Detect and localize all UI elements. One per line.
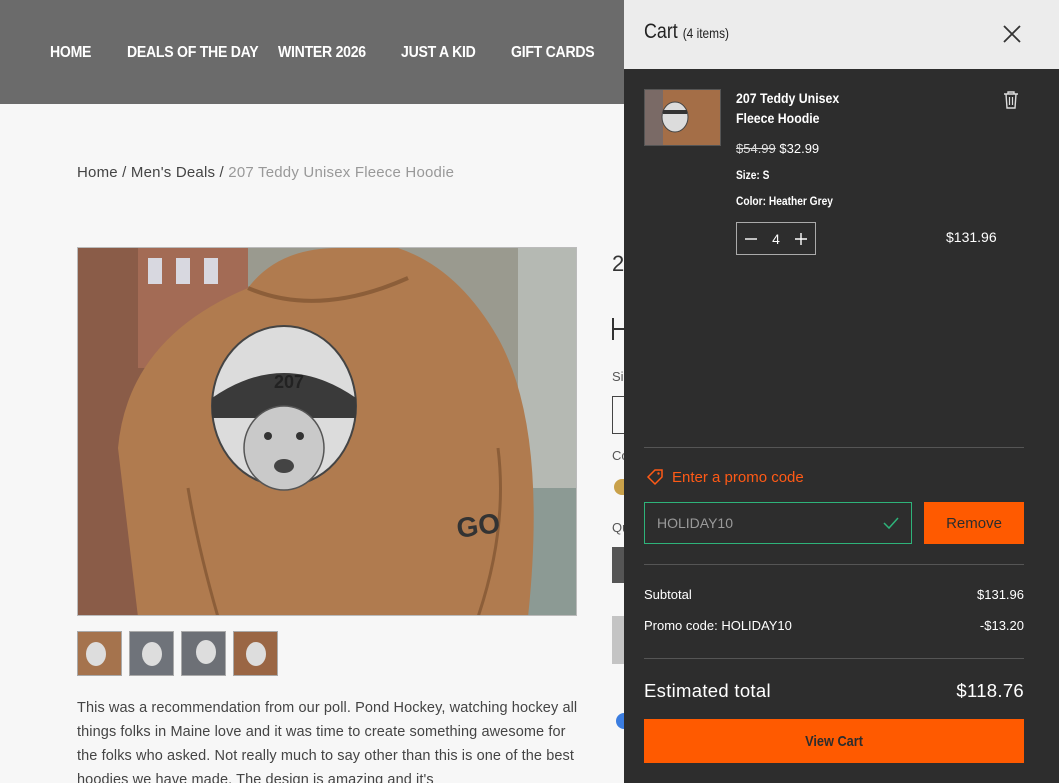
nav-gift-cards[interactable]: GIFT CARDS <box>511 44 599 62</box>
svg-text:207: 207 <box>274 372 304 392</box>
nav-just-a-kid[interactable]: JUST A KID <box>401 44 498 62</box>
cart-item-color: Color: Heather Grey <box>736 194 833 208</box>
thumbnail-1[interactable] <box>77 631 122 676</box>
divider <box>644 658 1024 659</box>
estimated-total-value: $118.76 <box>956 680 1024 701</box>
breadcrumb-home[interactable]: Home <box>77 164 118 181</box>
cart-item-name[interactable]: 207 Teddy Unisex Fleece Hoodie <box>736 88 877 128</box>
subtotal-value: $131.96 <box>977 587 1024 602</box>
hoodie-photo: 207 GO <box>78 248 576 615</box>
product-description: This was a recommendation from our poll.… <box>77 700 578 783</box>
checkmark-icon <box>883 517 899 530</box>
product-main-image[interactable]: 207 GO <box>77 247 577 616</box>
divider <box>644 447 1024 448</box>
original-price: $54.99 <box>736 141 776 156</box>
cart-item-line-total: $131.96 <box>946 229 997 245</box>
thumbnail-3[interactable] <box>181 631 226 676</box>
product-thumbnails <box>77 631 278 676</box>
promo-discount-value: -$13.20 <box>979 618 1024 633</box>
breadcrumb: Home / Men's Deals / 207 Teddy Unisex Fl… <box>77 164 454 181</box>
estimated-total-row: Estimated total $118.76 <box>644 680 1024 702</box>
quantity-value[interactable]: 4 <box>772 231 780 247</box>
close-icon[interactable] <box>1000 22 1024 46</box>
product-title-partial: 2 <box>612 251 625 276</box>
subtotal-row: Subtotal $131.96 <box>644 587 1024 602</box>
thumbnail-4[interactable] <box>233 631 278 676</box>
cart-title-text: Cart <box>644 20 678 43</box>
cart-title: Cart (4 items) <box>644 20 729 44</box>
nav-winter-2026[interactable]: WINTER 2026 <box>278 44 386 62</box>
plus-icon[interactable] <box>793 231 809 247</box>
quantity-stepper-partial[interactable] <box>612 547 624 583</box>
promo-code-link-label: Enter a promo code <box>672 468 804 486</box>
trash-icon[interactable] <box>1002 90 1020 110</box>
divider <box>644 564 1024 565</box>
estimated-total-label: Estimated total <box>644 680 771 701</box>
promo-discount-row: Promo code: HOLIDAY10 -$13.20 <box>644 618 1024 633</box>
promo-code-link[interactable]: Enter a promo code <box>646 468 804 486</box>
breadcrumb-separator: / <box>117 164 131 181</box>
minus-icon[interactable] <box>743 231 759 247</box>
nav-deals-of-the-day[interactable]: DEALS OF THE DAY <box>127 44 260 62</box>
breadcrumb-category[interactable]: Men's Deals <box>131 164 215 181</box>
main-nav: HOME DEALS OF THE DAY WINTER 2026 JUST A… <box>50 44 611 62</box>
old-price-partial <box>612 318 624 340</box>
cart-item-price: $54.99 $32.99 <box>736 141 819 156</box>
cart-item-size: Size: S <box>736 168 770 182</box>
color-swatch-partial[interactable] <box>614 479 624 495</box>
cart-drawer: Cart (4 items) 207 Teddy Unisex Fleece H… <box>624 0 1059 783</box>
view-cart-button[interactable]: View Cart <box>644 719 1024 763</box>
cart-header: Cart (4 items) <box>624 0 1059 69</box>
quantity-stepper: 4 <box>736 222 816 255</box>
size-label-partial: Si <box>612 369 624 384</box>
tag-icon <box>646 469 663 486</box>
subtotal-label: Subtotal <box>644 587 692 602</box>
add-to-cart-button-partial[interactable] <box>612 616 624 664</box>
promo-code-value: HOLIDAY10 <box>657 515 733 531</box>
view-cart-label: View Cart <box>805 732 863 750</box>
cart-item-image[interactable] <box>644 89 721 146</box>
nav-home[interactable]: HOME <box>50 44 118 62</box>
size-select-partial[interactable] <box>612 396 624 434</box>
remove-promo-button[interactable]: Remove <box>924 502 1024 544</box>
cart-item-count: (4 items) <box>682 25 729 41</box>
svg-text:GO: GO <box>455 507 502 544</box>
thumbnail-2[interactable] <box>129 631 174 676</box>
breadcrumb-separator: / <box>215 164 229 181</box>
promo-code-input[interactable]: HOLIDAY10 <box>644 502 912 544</box>
sale-price: $32.99 <box>779 141 820 156</box>
breadcrumb-current: 207 Teddy Unisex Fleece Hoodie <box>228 164 455 181</box>
promo-discount-label: Promo code: HOLIDAY10 <box>644 618 792 633</box>
